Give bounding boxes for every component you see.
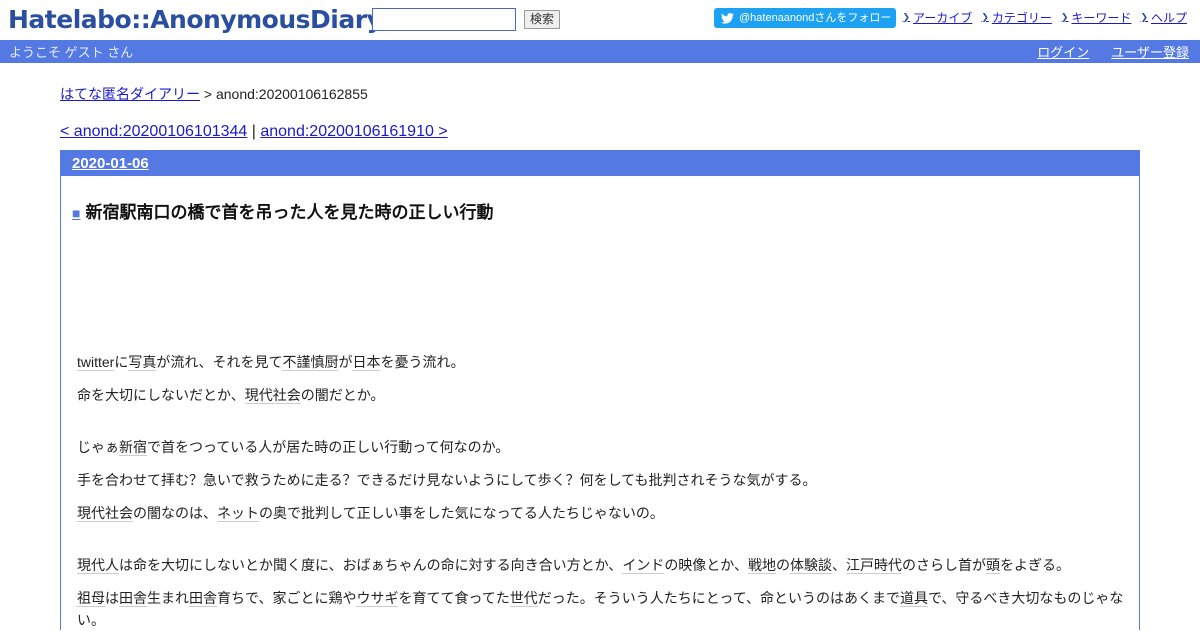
breadcrumb-home-link[interactable]: はてな匿名ダイアリー bbox=[60, 86, 200, 102]
permalink-square-icon[interactable]: ■ bbox=[72, 202, 80, 224]
entry-text: の闇だとか。 bbox=[300, 387, 385, 403]
register-link[interactable]: ユーザー登録 bbox=[1111, 42, 1189, 61]
entry-paragraph: twitterに写真が流れ、それを見て不謹慎厨が日本を憂う流れ。 bbox=[77, 351, 1129, 373]
nav-keyword-label: キーワード bbox=[1071, 11, 1132, 25]
user-bar: ようこそ ゲスト さん ログイン ユーザー登録 bbox=[0, 40, 1200, 63]
next-entry-link[interactable]: anond:20200106161910 > bbox=[260, 123, 447, 140]
keyword-link[interactable]: 写真 bbox=[128, 354, 157, 371]
keyword-link[interactable]: ネット bbox=[217, 505, 259, 522]
entry-text: の映像とか、 bbox=[664, 557, 749, 573]
entry-text: 生まれ bbox=[147, 590, 189, 606]
follow-label: @hatenaanondさんをフォロー bbox=[739, 12, 892, 24]
entry-paragraph: 祖母は田舎生まれ田舎育ちで、家ごとに鶏やウサギを育てて食ってた世代だった。そうい… bbox=[77, 587, 1129, 631]
prev-entry-link[interactable]: < anond:20200106101344 bbox=[60, 123, 247, 140]
nav-archive[interactable]: ❯ アーカイブ bbox=[902, 9, 972, 26]
nav-keyword[interactable]: ❯ キーワード bbox=[1061, 9, 1132, 26]
entry-text: をよぎる。 bbox=[1000, 557, 1071, 573]
entry-text: のさらし首が bbox=[902, 557, 987, 573]
keyword-link[interactable]: 頭 bbox=[986, 557, 1001, 574]
nav-category[interactable]: ❯ カテゴリー bbox=[981, 9, 1052, 26]
entry-text: じゃぁ bbox=[77, 439, 119, 455]
site-logo[interactable]: Hatelabo::AnonymousDiary bbox=[8, 3, 383, 37]
top-bar: Hatelabo::AnonymousDiary 検索 @hatenaanond… bbox=[0, 0, 1200, 40]
keyword-link[interactable]: 田舎 bbox=[189, 590, 217, 607]
keyword-link[interactable]: 体験談 bbox=[790, 557, 833, 574]
keyword-link[interactable]: 現代社会 bbox=[77, 505, 133, 522]
entry-text: 育ちで、家ごとに鶏や bbox=[217, 590, 357, 606]
entry-text: の闇なのは、 bbox=[133, 505, 217, 521]
keyword-link[interactable]: 道具 bbox=[899, 590, 928, 607]
breadcrumb-current: anond:20200106162855 bbox=[215, 86, 368, 102]
nav-help-label: ヘルプ bbox=[1150, 11, 1187, 25]
top-nav: ❯ アーカイブ ❯ カテゴリー ❯ キーワード ❯ ヘルプ bbox=[902, 9, 1187, 26]
breadcrumb-separator: > bbox=[200, 86, 216, 102]
entry-text: で首をつっている人が居た時の正しい行動って何なのか。 bbox=[147, 439, 510, 455]
entry-pager: < anond:20200106101344 | anond:202001061… bbox=[60, 122, 1140, 142]
keyword-link[interactable]: ウサギ bbox=[356, 590, 399, 607]
chevron-right-icon: ❯ bbox=[1060, 12, 1069, 22]
account-links: ログイン ユーザー登録 bbox=[1037, 42, 1189, 61]
entry-text: の bbox=[776, 557, 791, 573]
entry-paragraph: 命を大切にしないだとか、現代社会の闇だとか。 bbox=[77, 384, 1129, 406]
welcome-text: ようこそ ゲスト さん bbox=[9, 45, 134, 60]
chevron-right-icon: ❯ bbox=[902, 12, 911, 22]
login-link[interactable]: ログイン bbox=[1037, 42, 1089, 61]
entry-paragraph: じゃぁ新宿で首をつっている人が居た時の正しい行動って何なのか。 bbox=[77, 436, 1129, 458]
keyword-link[interactable]: 現代人 bbox=[77, 557, 119, 574]
keyword-link[interactable]: インド bbox=[622, 557, 665, 574]
keyword-link[interactable]: 世代 bbox=[509, 590, 538, 607]
entry-text: は命を大切にしないとか聞く度に、おばぁちゃんの命に対する向き合い方とか、 bbox=[119, 557, 623, 573]
keyword-link[interactable]: 戦地 bbox=[748, 557, 777, 574]
search-input[interactable] bbox=[372, 8, 516, 31]
twitter-follow-button[interactable]: @hatenaanondさんをフォロー bbox=[714, 8, 896, 28]
entry-paragraph: 現代人は命を大切にしないとか聞く度に、おばぁちゃんの命に対する向き合い方とか、イ… bbox=[77, 554, 1129, 576]
entry-text: を憂う流れ。 bbox=[380, 354, 465, 370]
entry-text: 命を大切にしないだとか、 bbox=[77, 387, 245, 403]
entry-paragraph: 現代社会の闇なのは、ネットの奥で批判して正しい事をした気になってる人たちじゃない… bbox=[77, 502, 1129, 524]
entry-text: 、 bbox=[832, 557, 847, 573]
keyword-link[interactable]: 田舎 bbox=[119, 590, 147, 607]
entry-text: だった。そういう人たちにとって、命というのはあくまで bbox=[537, 590, 900, 606]
entry-body: twitterに写真が流れ、それを見て不謹慎厨が日本を憂う流れ。 命を大切にしない… bbox=[61, 351, 1139, 631]
entry-paragraph: 手を合わせて拝む？急いで救うために走る？できるだけ見ないようにして歩く？何をして… bbox=[77, 469, 1129, 491]
nav-category-label: カテゴリー bbox=[991, 11, 1052, 25]
nav-archive-label: アーカイブ bbox=[913, 11, 973, 25]
chevron-right-icon: ❯ bbox=[981, 12, 989, 22]
entry-text: の奥で批判して正しい事をした気になってる人たちじゃないの。 bbox=[259, 505, 664, 521]
entry-text: が bbox=[338, 354, 353, 370]
keyword-link[interactable]: 現代社会 bbox=[244, 387, 301, 404]
keyword-link[interactable]: 不謹慎厨 bbox=[282, 354, 339, 371]
pager-separator: | bbox=[247, 123, 261, 140]
breadcrumb: はてな匿名ダイアリー > anond:20200106162855 bbox=[60, 85, 1140, 103]
entry-text: に bbox=[114, 354, 129, 370]
entry-text: 手を合わせて拝む？急いで救うために走る？できるだけ見ないようにして歩く？何をして… bbox=[77, 472, 817, 488]
entry-title: ■ 新宿駅南口の橋で首を吊った人を見た時の正しい行動 bbox=[72, 202, 1139, 224]
date-link[interactable]: 2020-01-06 bbox=[72, 155, 149, 172]
day-section: 2020-01-06 ■ 新宿駅南口の橋で首を吊った人を見た時の正しい行動 tw… bbox=[60, 150, 1140, 630]
keyword-link[interactable]: twitter bbox=[77, 354, 115, 371]
keyword-link[interactable]: 新宿 bbox=[119, 439, 147, 456]
entry-text: が流れ、それを見て bbox=[156, 354, 283, 370]
day-header: 2020-01-06 bbox=[61, 151, 1139, 176]
main-content: はてな匿名ダイアリー > anond:20200106162855 < anon… bbox=[0, 85, 1200, 630]
nav-help[interactable]: ❯ ヘルプ bbox=[1140, 9, 1187, 26]
keyword-link[interactable]: 祖母 bbox=[77, 590, 105, 607]
search-button[interactable]: 検索 bbox=[524, 10, 561, 29]
chevron-right-icon: ❯ bbox=[1140, 12, 1148, 22]
entry-title-text: 新宿駅南口の橋で首を吊った人を見た時の正しい行動 bbox=[85, 203, 494, 222]
entry-text: は bbox=[105, 590, 119, 606]
keyword-link[interactable]: 日本 bbox=[352, 354, 381, 371]
twitter-bird-icon bbox=[721, 12, 734, 24]
keyword-link[interactable]: 江戸時代 bbox=[846, 557, 903, 574]
entry-text: を育てて食ってた bbox=[398, 590, 510, 606]
